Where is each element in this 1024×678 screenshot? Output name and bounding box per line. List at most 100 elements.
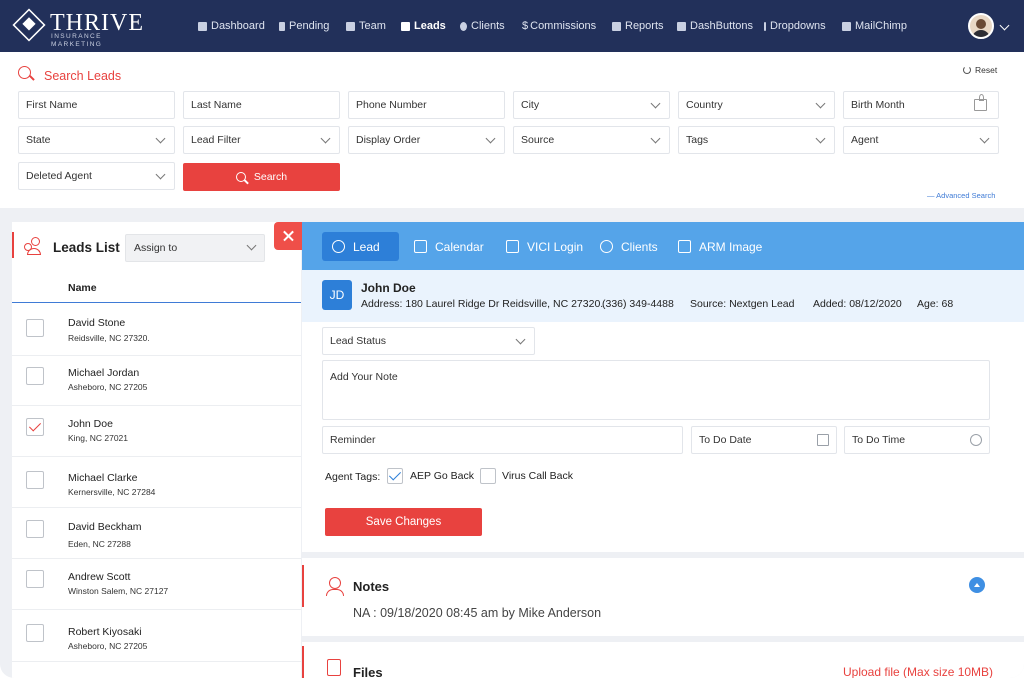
todo-time-input[interactable]: To Do Time [844, 426, 990, 454]
lead-row[interactable]: David Beckham Eden, NC 27288 [12, 508, 301, 559]
close-icon[interactable] [274, 222, 302, 250]
note-entry: NA : 09/18/2020 08:45 am by Mike Anderso… [353, 606, 602, 620]
city-select[interactable]: City [513, 91, 670, 119]
nav-pending[interactable]: Pending [279, 18, 329, 34]
nav-mailchimp[interactable]: MailChimp [842, 18, 907, 34]
chevron-down-icon [246, 240, 257, 251]
upload-file-link[interactable]: Upload file (Max size 10MB) [843, 665, 993, 678]
state-select[interactable]: State [18, 126, 175, 154]
lead-age-text: Age: 68 [917, 298, 954, 310]
lead-address: Reidsville, NC 27320. [68, 333, 150, 343]
aep-go-back-label: AEP Go Back [410, 470, 475, 482]
nav-dashbuttons[interactable]: DashButtons [677, 18, 753, 34]
calendar-icon [817, 434, 829, 446]
refresh-icon [963, 66, 971, 74]
users-icon [24, 237, 42, 255]
leads-list-panel: Leads List Assign to Name David Stone Re… [12, 222, 301, 678]
lead-name: John Doe [68, 418, 113, 430]
nav-commissions[interactable]: $ Commissions [522, 18, 596, 34]
files-title: Files [353, 665, 383, 678]
lead-added-text: Added: 08/12/2020 [813, 298, 902, 310]
image-icon [678, 240, 691, 253]
notes-title: Notes [353, 579, 390, 594]
lead-row[interactable]: Robert Kiyosaki Asheboro, NC 27205 [12, 611, 301, 662]
user-avatar[interactable] [968, 13, 994, 39]
chevron-down-icon [155, 169, 166, 180]
lead-name: David Beckham [68, 521, 142, 533]
nav-dropdowns[interactable]: Dropdowns [764, 18, 826, 34]
lead-row[interactable]: Michael Jordan Asheboro, NC 27205 [12, 355, 301, 406]
save-changes-button[interactable]: Save Changes [325, 508, 482, 536]
tab-arm-image[interactable]: ARM Image [668, 232, 772, 261]
assign-to-select[interactable]: Assign to [125, 234, 265, 262]
clock-icon [970, 434, 982, 446]
chevron-down-icon [979, 133, 990, 144]
nav-clients[interactable]: Clients [460, 18, 505, 34]
collapse-icon[interactable] [969, 577, 985, 593]
lead-row[interactable]: John Doe King, NC 27021 [12, 406, 301, 457]
lead-full-name: John Doe [361, 281, 416, 295]
lead-name: Andrew Scott [68, 571, 131, 583]
tags-select[interactable]: Tags [678, 126, 835, 154]
lead-name: Michael Clarke [68, 472, 138, 484]
nav-reports[interactable]: Reports [612, 18, 664, 34]
country-select[interactable]: Country [678, 91, 835, 119]
lead-detail-tabs: Lead Calendar VICI Login Clients ARM Ima… [302, 222, 1024, 270]
calendar-icon [414, 240, 427, 253]
chevron-down-icon[interactable] [999, 20, 1010, 31]
tab-vici-login[interactable]: VICI Login [496, 232, 593, 261]
first-name-input[interactable]: First Name [18, 91, 175, 119]
note-textarea[interactable]: Add Your Note [322, 360, 990, 420]
advanced-search-link[interactable]: — Advanced Search [927, 191, 995, 200]
virus-call-back-label: Virus Call Back [502, 470, 573, 482]
app-window: THRIVE INSURANCE MARKETING Dashboard Pen… [0, 0, 1024, 678]
row-checkbox-checked[interactable] [26, 418, 44, 436]
logo-diamond-icon [12, 8, 46, 42]
nav-leads[interactable]: Leads [401, 18, 446, 34]
tab-clients[interactable]: Clients [590, 232, 668, 261]
tab-lead[interactable]: Lead [322, 232, 399, 261]
last-name-input[interactable]: Last Name [183, 91, 340, 119]
phone-number-input[interactable]: Phone Number [348, 91, 505, 119]
row-checkbox[interactable] [26, 319, 44, 337]
chevron-down-icon [650, 98, 661, 109]
agent-select[interactable]: Agent [843, 126, 999, 154]
cake-icon [974, 94, 987, 111]
aep-go-back-checkbox[interactable] [387, 468, 403, 484]
lead-address-text: Address: 180 Laurel Ridge Dr Reidsville,… [361, 298, 604, 310]
virus-call-back-checkbox[interactable] [480, 468, 496, 484]
section-accent [302, 565, 304, 607]
lead-row[interactable]: Michael Clarke Kernersville, NC 27284 [12, 457, 301, 508]
reset-button[interactable]: Reset [963, 65, 997, 75]
row-checkbox[interactable] [26, 570, 44, 588]
lead-row[interactable]: Andrew Scott Winston Salem, NC 27127 [12, 559, 301, 610]
lead-status-select[interactable]: Lead Status [322, 327, 535, 355]
row-checkbox[interactable] [26, 367, 44, 385]
lead-address: King, NC 27021 [68, 433, 129, 443]
reminder-input[interactable]: Reminder [322, 426, 683, 454]
chevron-down-icon [320, 133, 331, 144]
leads-list-title: Leads List [53, 240, 120, 255]
top-navbar: THRIVE INSURANCE MARKETING Dashboard Pen… [0, 0, 1024, 52]
row-checkbox[interactable] [26, 624, 44, 642]
birth-month-input[interactable]: Birth Month [843, 91, 999, 119]
lead-row[interactable]: David Stone Reidsville, NC 27320. [12, 305, 301, 356]
name-column-header[interactable]: Name [68, 282, 97, 294]
row-checkbox[interactable] [26, 471, 44, 489]
search-button[interactable]: Search [183, 163, 340, 191]
brand-name: THRIVE [50, 10, 144, 36]
agent-tags-label: Agent Tags: [325, 471, 381, 483]
chevron-down-icon [650, 133, 661, 144]
deleted-agent-select[interactable]: Deleted Agent [18, 162, 175, 190]
source-select[interactable]: Source [513, 126, 670, 154]
lead-filter-select[interactable]: Lead Filter [183, 126, 340, 154]
chevron-down-icon [815, 133, 826, 144]
thrive-logo[interactable]: THRIVE INSURANCE MARKETING [12, 8, 156, 48]
nav-dashboard[interactable]: Dashboard [198, 18, 265, 34]
nav-team[interactable]: Team [346, 18, 386, 34]
tab-calendar[interactable]: Calendar [404, 232, 494, 261]
todo-date-input[interactable]: To Do Date [691, 426, 837, 454]
chevron-down-icon [515, 334, 526, 345]
display-order-select[interactable]: Display Order [348, 126, 505, 154]
row-checkbox[interactable] [26, 520, 44, 538]
